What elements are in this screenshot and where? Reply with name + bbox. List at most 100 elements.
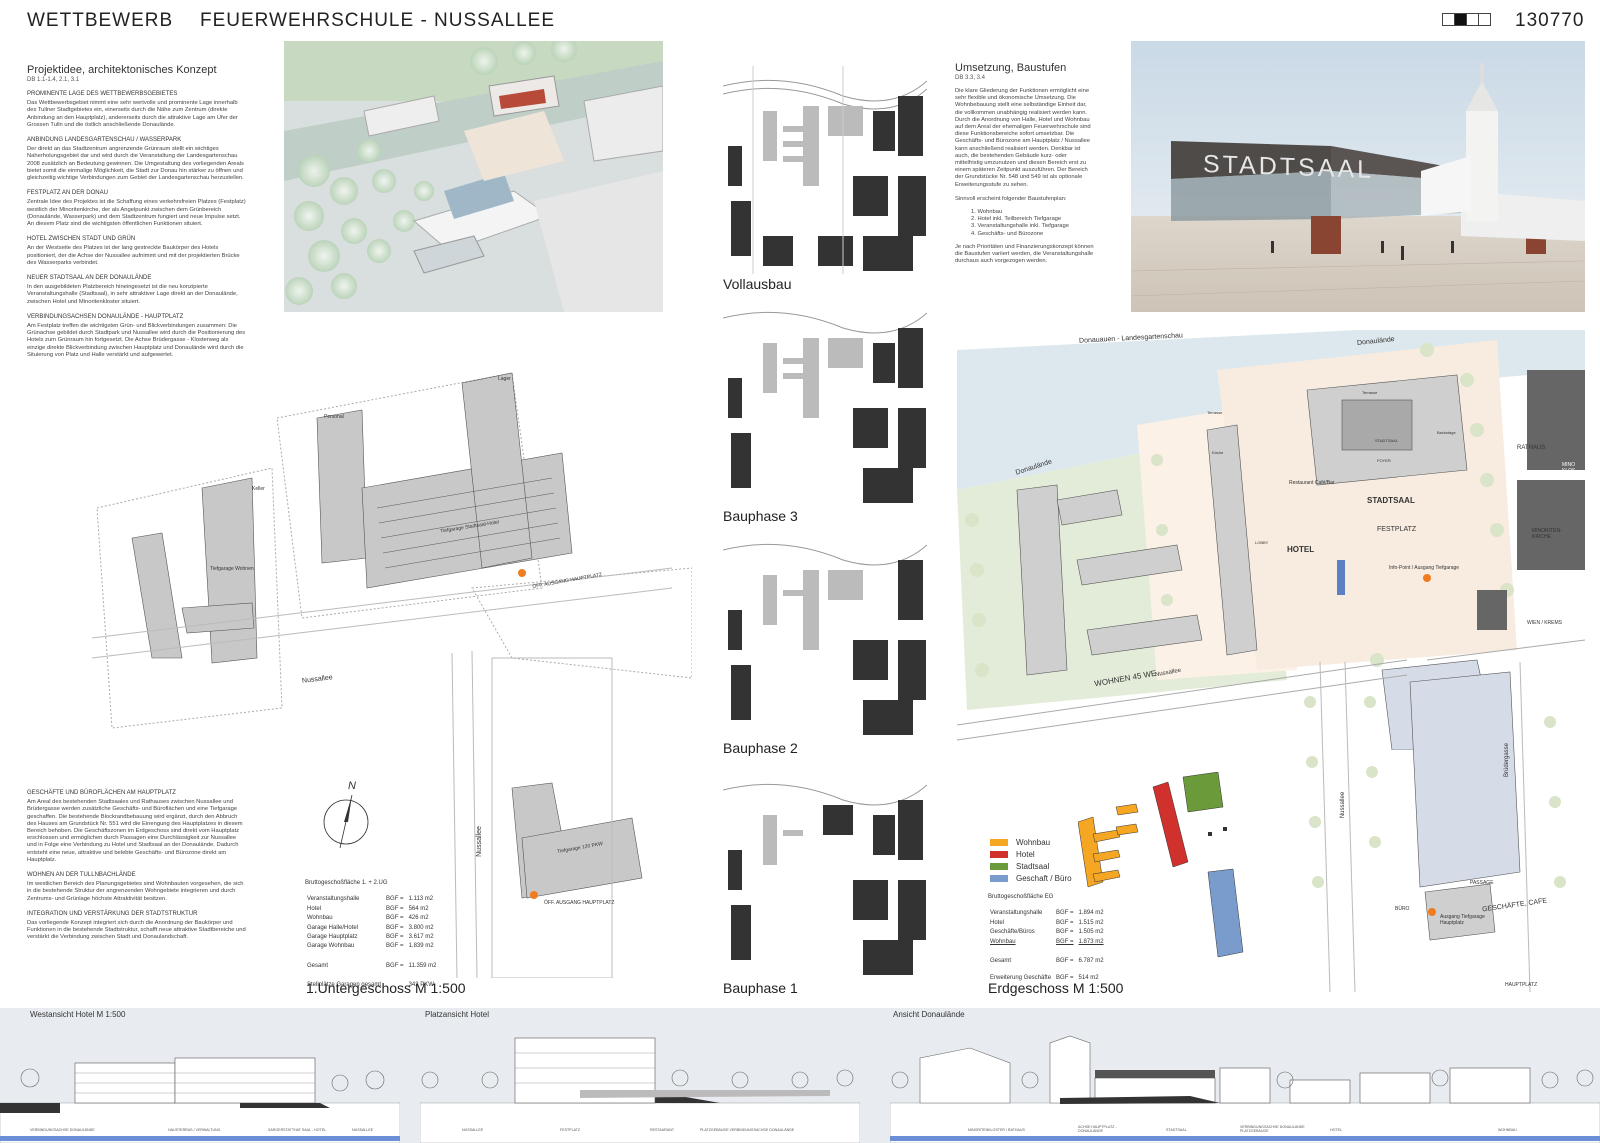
- plan-label: LOBBY: [1255, 540, 1269, 545]
- stats-row: Wohnbau BGF = 426 m2: [307, 915, 429, 922]
- plan-label: Backstage: [1437, 430, 1456, 435]
- plan-label: Info-Point / Ausgang Tiefgarage: [1389, 565, 1460, 571]
- elevation-platz-hotel: Platzansicht Hotel NUSSALLEE FESTPLATZ R…: [420, 1008, 860, 1143]
- plan-label: BÜRO: [1395, 906, 1410, 912]
- elevation-label: ACHSE HAUPTPLATZ - DONAULÄNDE: [1078, 1125, 1117, 1133]
- concept-ref: DB 1.1-1.4, 2.1, 3.1: [27, 77, 80, 83]
- stats-row: Hotel BGF = 1.515 m2: [990, 919, 1104, 926]
- stats-row: Garage Halle/Hotel BGF = 3.800 m2: [307, 924, 434, 931]
- street-label: Nussallee: [475, 826, 483, 857]
- elevation-label: STADTSAAL: [1166, 1128, 1187, 1132]
- elevation-label: RESTAURANT: [650, 1128, 675, 1132]
- stats-title: Bruttogeschoßfläche 1. + 2.UG: [305, 880, 388, 886]
- legend-item: Geschaft / Büro: [990, 874, 1072, 883]
- stats-row: Veranstaltungshalle BGF = 1.894 m2: [990, 910, 1104, 917]
- section-text: Zentrale Idee des Projektes ist die Scha…: [27, 199, 246, 228]
- plan-label: MINO KLOS: [1562, 462, 1576, 474]
- legend-item: Stadtsaal: [990, 862, 1072, 871]
- umsetzung-text: Umsetzung, Baustufen DB 3.3, 3.4 Die kla…: [955, 62, 1095, 265]
- stats-title: Bruttogeschoßfläche EG: [988, 894, 1054, 900]
- legend-item: Wohnbau: [990, 838, 1072, 847]
- phase-step: 2. Hotel inkl. Teilbereich Tiefgarage: [971, 216, 1062, 223]
- elevation-label: NUSSALLEE: [462, 1128, 484, 1132]
- plan-label: Küche: [1212, 450, 1224, 455]
- plan-label: STADTSAAL: [1367, 496, 1415, 505]
- plan-label: PASSAGE: [1470, 880, 1494, 886]
- section-text: Am Festplatz treffen die wichtigsten Grü…: [27, 323, 246, 358]
- phase-map-bauphase-2: [723, 530, 927, 738]
- ground-floor-plan-south: Nussallee Brüdergasse PASSAGE GESCHÄFTE,…: [1290, 661, 1590, 993]
- section-heading: FESTPLATZ AN DER DONAU: [27, 190, 108, 197]
- ground-stats: Bruttogeschoßfläche EG Veranstaltungshal…: [988, 894, 1138, 985]
- elevation-label: PLATZGEBÄUDE VERBINDUNGSACHSE DONAULÄNDE: [700, 1128, 795, 1132]
- basement-stats: Bruttogeschoßfläche 1. + 2.UG Veranstalt…: [305, 880, 485, 992]
- umsetzung-paragraph: Die klare Gliederung der Funktionen ermö…: [955, 88, 1091, 188]
- plan-label: ÖFF. AUSGANG HAUPTPLATZ: [544, 900, 615, 906]
- stats-row: Veranstaltungshalle BGF = 1.113 m2: [307, 896, 434, 903]
- plan-label: MINORITEN-KIRCHE: [1532, 528, 1562, 540]
- phase-caption: Bauphase 3: [723, 508, 798, 524]
- phase-squares: [1442, 13, 1491, 31]
- elevation-label: FESTPLATZ: [560, 1128, 581, 1132]
- concept-text: Projektidee, architektonisches Konzept D…: [27, 64, 247, 359]
- plan-label: WIEN / KREMS: [1527, 620, 1563, 626]
- competition-number: 130770: [1515, 10, 1585, 31]
- plan-label: Personal: [324, 414, 344, 420]
- umsetzung-title: Umsetzung, Baustufen: [955, 62, 1067, 74]
- stats-total: Gesamt BGF = 11.359 m2: [307, 962, 437, 969]
- phase-step: 4. Geschäfts- und Bürozone: [971, 230, 1044, 237]
- phase-caption: Bauphase 1: [723, 980, 798, 996]
- elevation-west-hotel: Westansicht Hotel M 1:500 VERBINDUNGSACH…: [0, 1008, 400, 1143]
- phase-map-vollausbau: [723, 66, 927, 274]
- phase-caption: Bauphase 2: [723, 740, 798, 756]
- umsetzung-paragraph: Sinnvoll erscheint folgender Baustufenpl…: [955, 195, 1067, 202]
- stats-row: Garage Hauptplatz BGF = 3.617 m2: [307, 934, 434, 941]
- section-heading: HOTEL ZWISCHEN STADT UND GRÜN: [27, 236, 136, 243]
- plan-label: Terrasse: [1207, 410, 1223, 415]
- plan-label: RATHAUS: [1517, 445, 1546, 451]
- elevation-label: WOHNBAU: [1498, 1128, 1517, 1132]
- north-arrow: N: [318, 780, 378, 850]
- plan-label: Keller: [252, 486, 265, 492]
- concept-title: Projektidee, architektonisches Konzept: [27, 64, 217, 76]
- phase-step: 3. Veranstaltungshalle inkl. Tiefgarage: [971, 223, 1069, 230]
- plan-label: FESTPLATZ: [1377, 526, 1417, 533]
- elevation-label: SARGERSTATTHAT SAAL - HOTEL: [268, 1128, 327, 1132]
- stats-total: Gesamt BGF = 6.787 m2: [990, 958, 1104, 965]
- umsetzung-ref: DB 3.3, 3.4: [955, 75, 986, 81]
- phase-map-bauphase-3: [723, 298, 927, 506]
- plan-label: Lager: [498, 376, 511, 382]
- section-heading: ANBINDUNG LANDESGARTENSCHAU / WASSERPARK: [27, 137, 182, 144]
- umsetzung-paragraph: Je nach Prioritäten und Finanzierungskon…: [955, 243, 1094, 265]
- elevation-label: NUSSALLEE: [352, 1128, 374, 1132]
- elevation-label: MINORITENKLOSTER / RATHAUS: [968, 1128, 1025, 1132]
- plan-label: Nussallee: [1340, 791, 1347, 819]
- header-competition: WETTBEWERB: [27, 10, 174, 31]
- phase-caption: Vollausbau: [723, 276, 792, 292]
- stats-row: Wohnbau BGF = 1.873 m2: [990, 938, 1104, 945]
- function-legend: Wohnbau Hotel Stadtsaal Geschaft / Büro: [990, 838, 1072, 886]
- phase-map-bauphase-1: [723, 770, 927, 978]
- page-title: FEUERWEHRSCHULE - NUSSALLEE: [200, 10, 556, 31]
- section-text: An der Westseite des Platzes ist der lan…: [27, 245, 240, 266]
- stats-row: Geschäfte/Büros BGF = 1.505 m2: [990, 929, 1104, 936]
- elevation-donaulaende: Ansicht Donaulände MINORITENKLOSTER / RA…: [890, 1008, 1600, 1143]
- ground-caption: Erdgeschoss M 1:500: [988, 980, 1124, 996]
- section-text: Das Wettbewerbsgebiet nimmt eine sehr we…: [27, 100, 238, 128]
- plan-label: Terrasse: [1362, 390, 1378, 395]
- plan-label: FOYER: [1377, 458, 1391, 463]
- plan-label: HAUPTPLATZ: [1505, 982, 1538, 988]
- section-text: In den ausgebildeten Platzbereich hinein…: [27, 284, 238, 305]
- plan-label: Tiefgarage Wohnen: [210, 566, 254, 572]
- phase-step: 1. Wohnbau: [971, 209, 1003, 216]
- plan-label: Brüdergasse: [1504, 742, 1511, 778]
- elevation-label: HOTEL: [1330, 1128, 1342, 1132]
- legend-item: Hotel: [990, 850, 1072, 859]
- elevation-label: HAUSTERRAS / VERWALTUNG: [168, 1128, 221, 1132]
- stadtsaal-sign: STADTSAAL: [1203, 150, 1375, 184]
- plan-label: Restaurant Café/Bar: [1289, 480, 1335, 486]
- street-render: STADTSAAL: [1131, 41, 1585, 312]
- plan-label: HOTEL: [1287, 545, 1315, 554]
- aerial-render: [284, 41, 663, 312]
- elevation-label: VERBINDUNGSACHSE DONAULÄNDE PLATZGEBÄUDE: [1240, 1125, 1305, 1133]
